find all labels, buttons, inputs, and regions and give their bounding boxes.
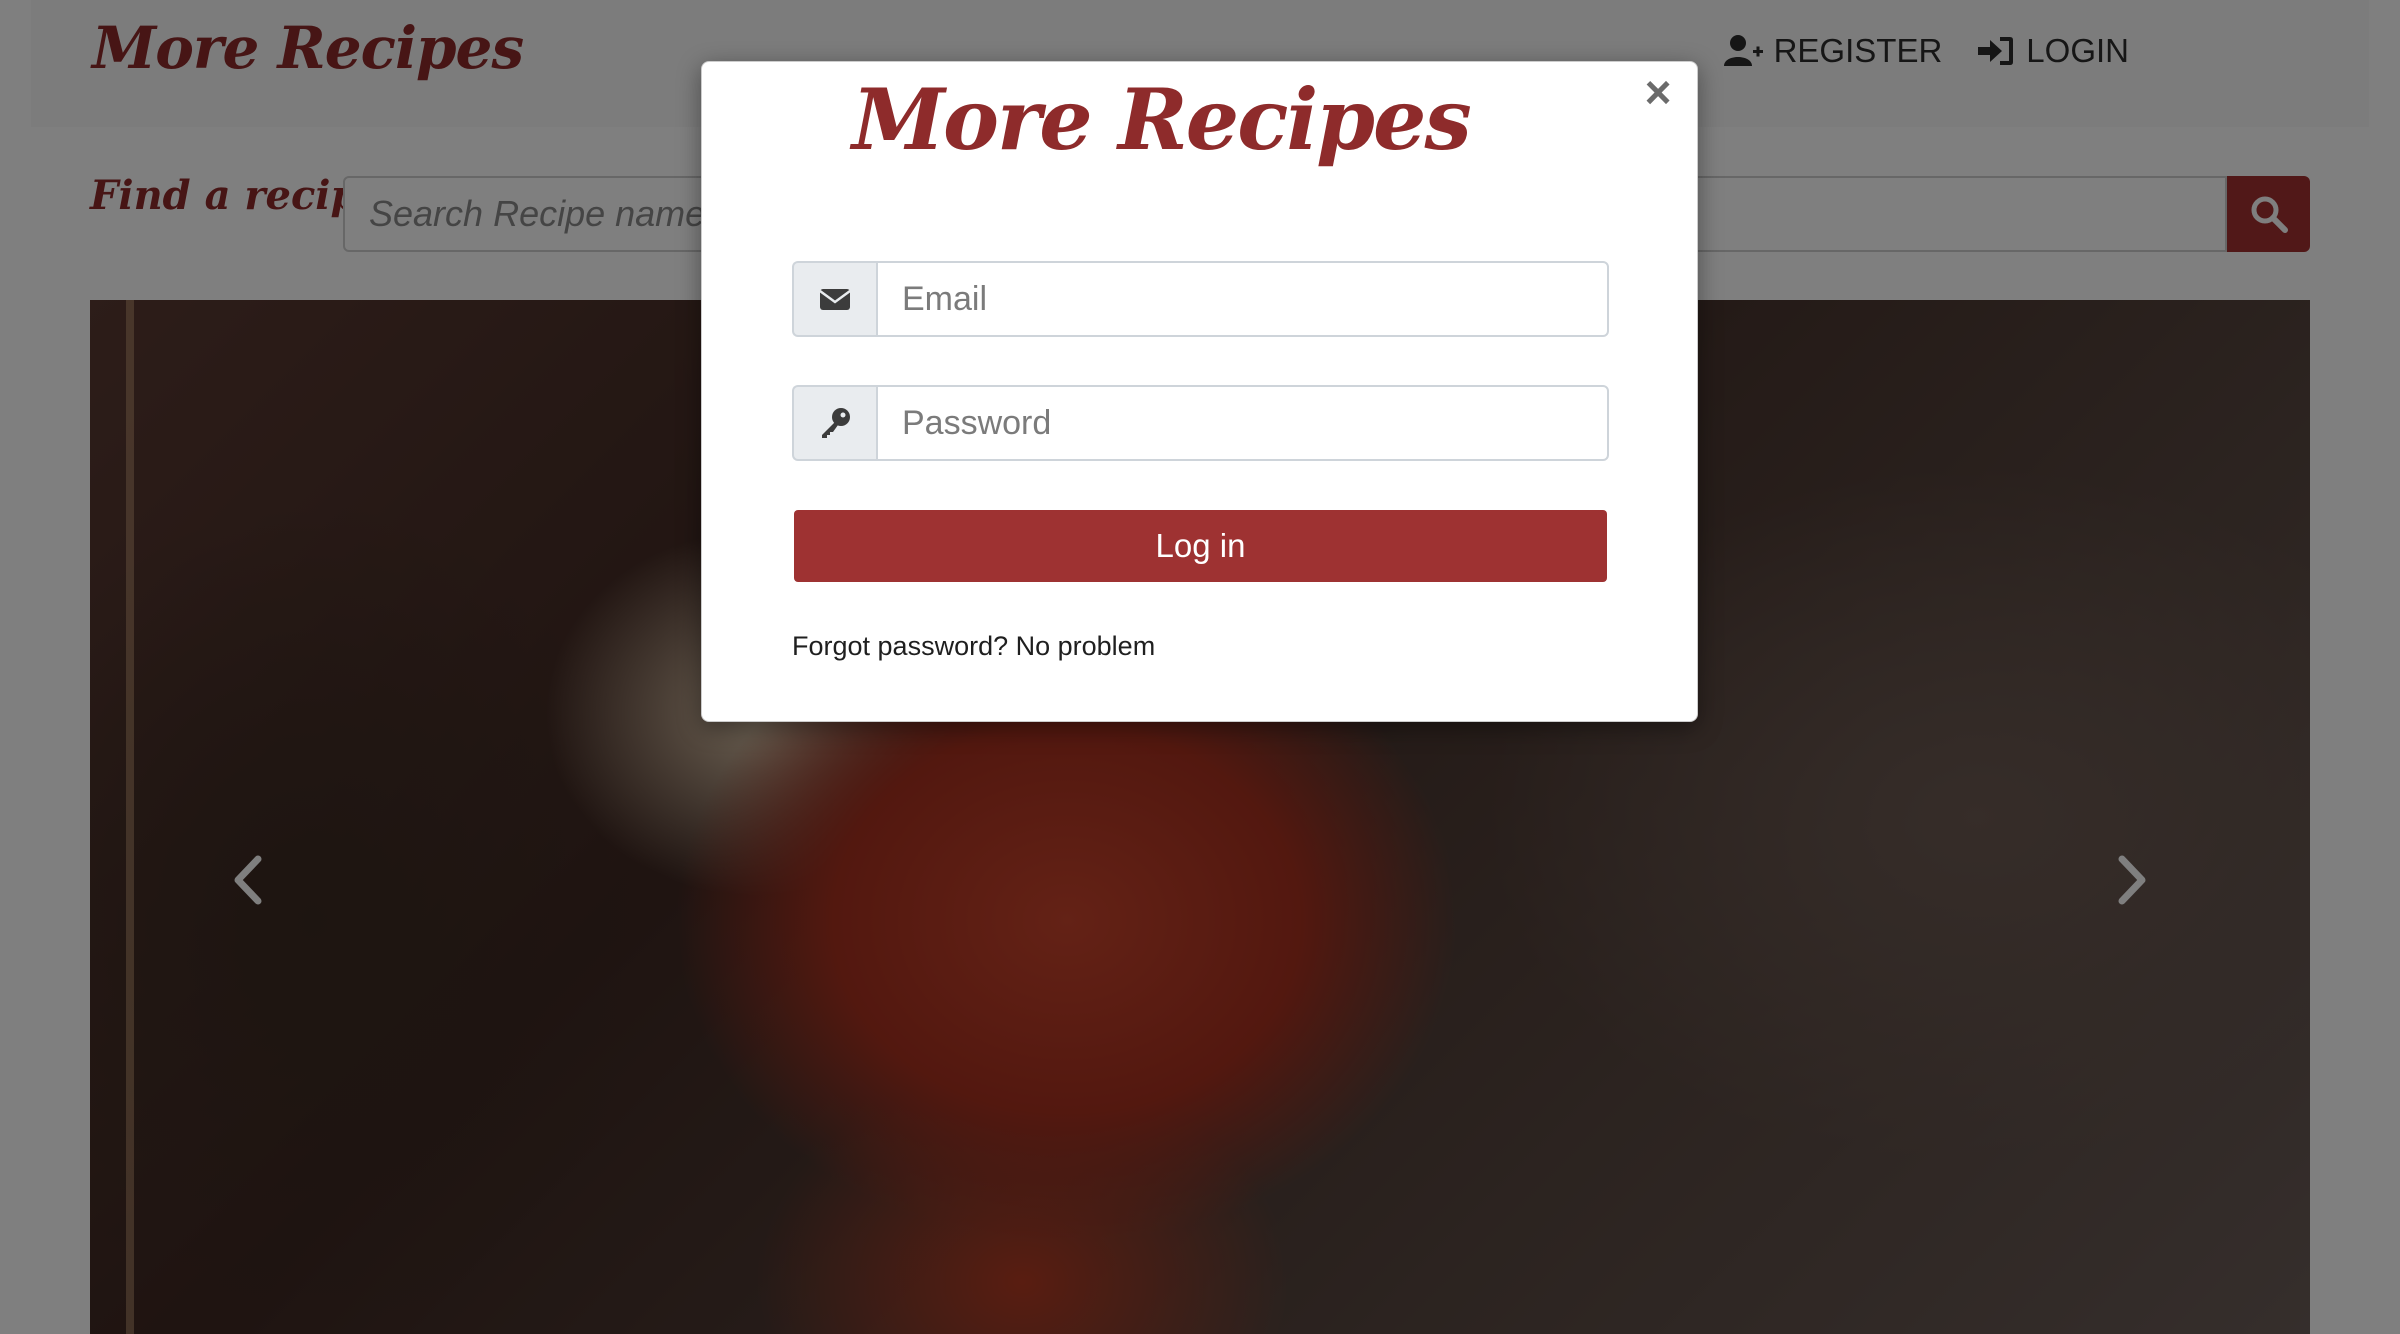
email-field[interactable] [876, 261, 1609, 337]
modal-brand-logo: More Recipes [852, 70, 1472, 169]
password-addon [792, 385, 876, 461]
email-input-group [792, 261, 1609, 337]
forgot-password-link[interactable]: No problem [1016, 631, 1156, 661]
forgot-password-row: Forgot password? No problem [792, 631, 1155, 662]
password-input-group [792, 385, 1609, 461]
page: More Recipes REGISTER LOGIN Fi [0, 0, 2400, 1334]
login-submit-button[interactable]: Log in [794, 510, 1607, 582]
key-icon [822, 408, 850, 438]
close-icon[interactable]: × [1636, 69, 1680, 115]
forgot-password-text: Forgot password? [792, 631, 1009, 661]
password-field[interactable] [876, 385, 1609, 461]
login-modal: More Recipes × Log in Fo [701, 61, 1698, 722]
envelope-icon [819, 289, 851, 310]
email-addon [792, 261, 876, 337]
